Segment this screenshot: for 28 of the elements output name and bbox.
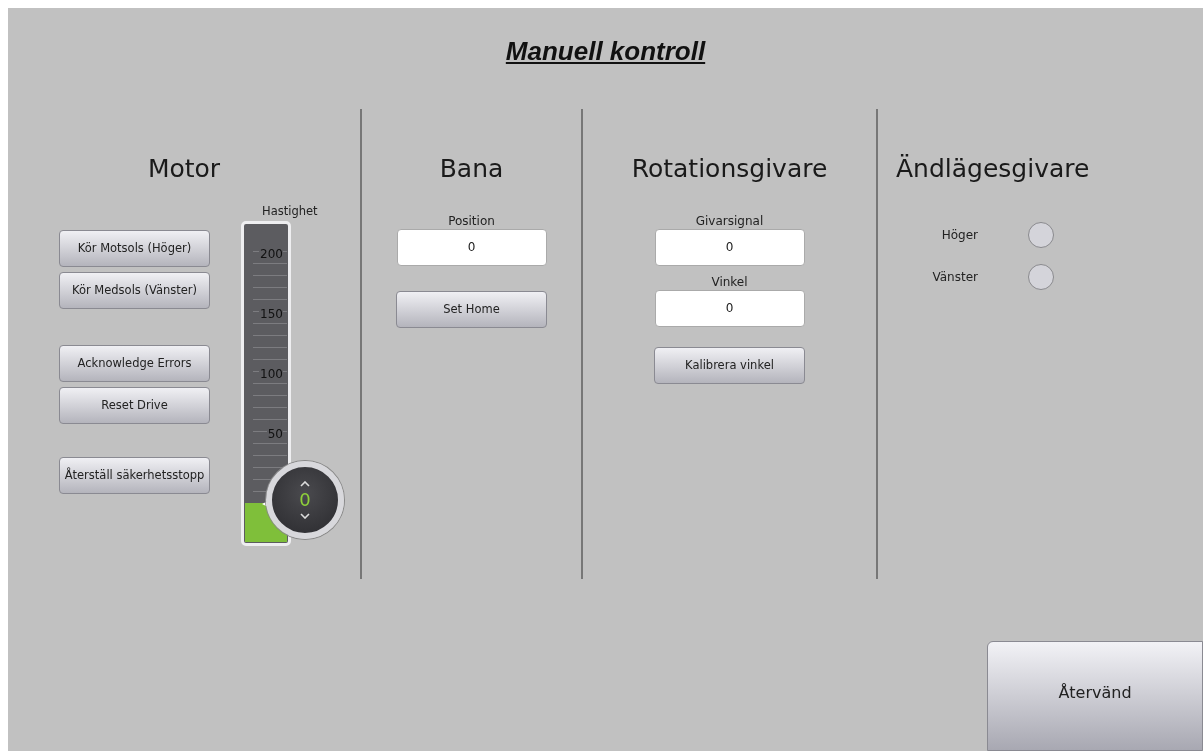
command-button[interactable]: Reset Drive (59, 386, 210, 424)
scale-label: 200 (259, 246, 283, 261)
command-button[interactable]: Återställ säkerhetsstopp (59, 456, 210, 494)
scale-label: 50 (266, 426, 283, 441)
back-button[interactable]: Återvänd (987, 641, 1203, 751)
command-button[interactable]: Kör Medsols (Vänster) (59, 271, 210, 309)
sensor-label: Höger (940, 227, 978, 242)
field-label: Givarsignal (695, 212, 764, 229)
value-field[interactable]: 0 (654, 289, 805, 327)
value-field[interactable]: 0 (396, 228, 547, 266)
scale-label: 100 (259, 366, 283, 381)
set-home-button[interactable]: Set Home (396, 290, 547, 328)
screen-title: Manuell kontroll (505, 36, 706, 68)
field-label: Position (448, 212, 495, 229)
slider-label: Hastighet (262, 202, 318, 219)
sensor-label: Vänster (931, 269, 978, 284)
value-knob[interactable]: 0 (266, 460, 344, 539)
speed-value: 0 (299, 489, 311, 510)
value-field[interactable]: 0 (654, 228, 805, 266)
field-label: Vinkel (711, 273, 748, 290)
section-heading: Ändlägesgivare (895, 152, 1091, 184)
command-button[interactable]: Acknowledge Errors (59, 344, 210, 382)
command-button[interactable]: Kör Motsols (Höger) (59, 229, 210, 267)
section-heading: Motor (146, 152, 222, 184)
section-heading: Rotationsgivare (630, 152, 829, 184)
scale-label: 150 (259, 306, 283, 321)
section-heading: Bana (438, 152, 505, 184)
calibrate-button[interactable]: Kalibrera vinkel (654, 346, 805, 384)
